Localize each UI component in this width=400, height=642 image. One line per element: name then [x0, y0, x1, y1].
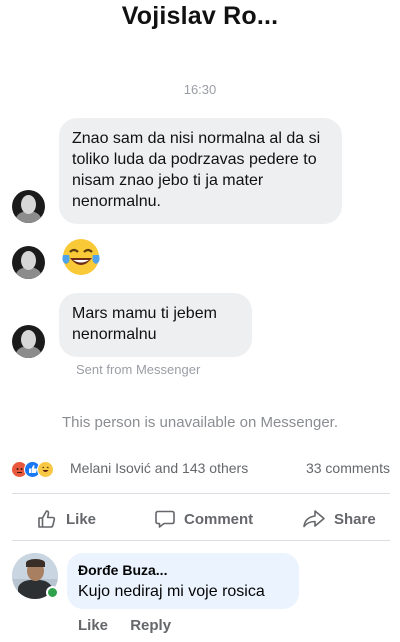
comment-reply-button[interactable]: Reply	[130, 617, 171, 634]
sender-avatar[interactable]	[12, 190, 45, 223]
laughing-tears-emoji[interactable]	[60, 236, 102, 278]
sent-from-label: Sent from Messenger	[76, 362, 201, 377]
comment-icon	[155, 510, 175, 528]
comment-author[interactable]: Đorđe Buza...	[78, 561, 288, 579]
message-timestamp: 16:30	[183, 82, 217, 97]
message-bubble[interactable]: Znao sam da nisi normalna al da si tolik…	[59, 118, 342, 224]
comment-like-button[interactable]: Like	[78, 617, 108, 634]
sender-avatar[interactable]	[12, 246, 45, 279]
reaction-summary[interactable]: Melani Isović and 143 others	[70, 460, 248, 476]
thumbs-up-icon	[38, 510, 56, 528]
share-label: Share	[334, 510, 376, 528]
comment-bubble[interactable]: Đorđe Buza... Kujo nediraj mi voje rosic…	[67, 553, 299, 609]
share-icon	[303, 510, 325, 528]
comment-button[interactable]: Comment	[154, 502, 253, 536]
message-bubble[interactable]: Mars mamu ti jebem nenormalnu	[59, 293, 252, 357]
comments-count[interactable]: 33 comments	[306, 460, 390, 476]
comment-text: Kujo nediraj mi voje rosica	[78, 583, 265, 600]
online-status-indicator	[46, 586, 59, 599]
like-button[interactable]: Like	[36, 502, 96, 536]
screenshot-header: Vojislav Ro...	[0, 0, 400, 34]
comment-label: Comment	[184, 510, 254, 528]
like-label: Like	[66, 510, 97, 528]
comment-actions: Like Reply	[78, 617, 189, 634]
haha-icon	[37, 460, 54, 478]
reaction-icons[interactable]	[11, 458, 54, 480]
post-actions-bar: Like Comment Share	[0, 502, 400, 536]
divider	[12, 540, 390, 541]
unavailable-notice: This person is unavailable on Messenger.	[62, 414, 338, 431]
share-button[interactable]: Share	[302, 502, 376, 536]
conversation-title: Vojislav Ro...	[121, 2, 279, 30]
sender-avatar[interactable]	[12, 325, 45, 358]
divider	[12, 493, 390, 494]
message-thread: 16:30 Znao sam da nisi normalna al da si…	[0, 34, 400, 396]
